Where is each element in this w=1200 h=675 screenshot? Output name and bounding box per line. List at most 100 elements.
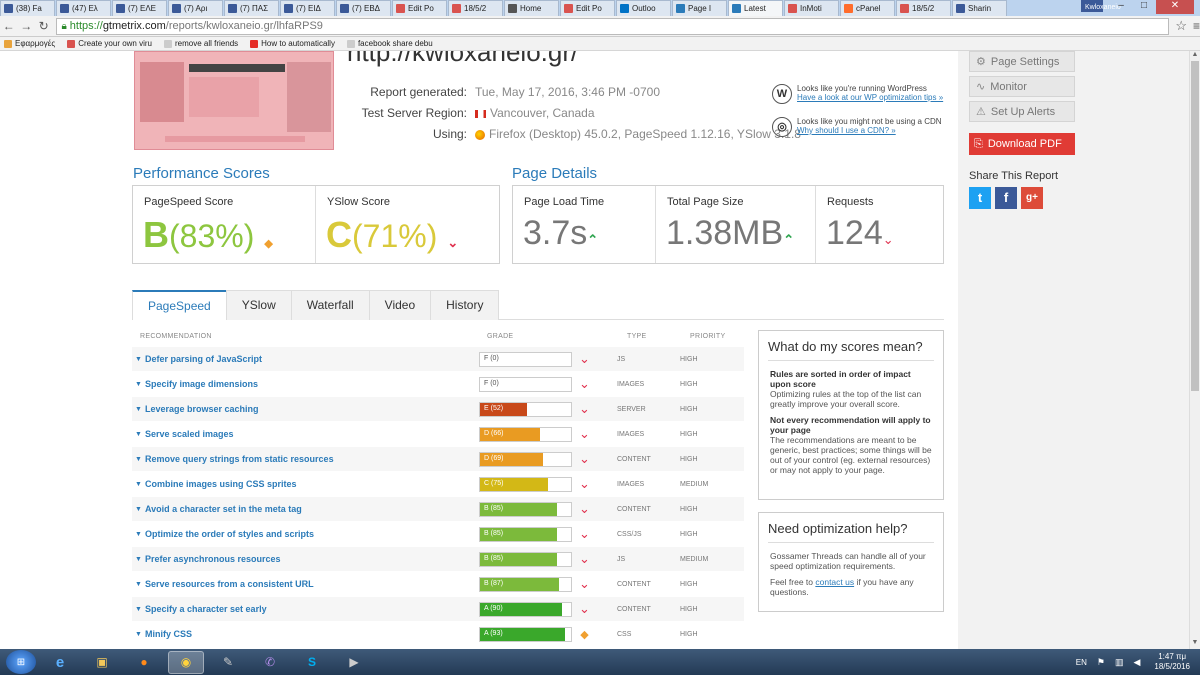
- url-bar[interactable]: 🔒︎ https://gtmetrix.com/reports/kwloxane…: [56, 17, 1170, 35]
- browser-tab[interactable]: Edit Po: [560, 0, 615, 16]
- skype-icon[interactable]: S: [294, 651, 330, 674]
- expand-caret-icon[interactable]: ▼: [132, 531, 145, 538]
- browser-tab[interactable]: Page I: [672, 0, 727, 16]
- volume-icon[interactable]: ◀: [1133, 657, 1140, 668]
- expand-caret-icon[interactable]: ▼: [132, 606, 145, 613]
- recommendation-name[interactable]: Prefer asynchronous resources: [145, 554, 479, 564]
- scroll-thumb[interactable]: [1191, 61, 1199, 391]
- table-row[interactable]: ▼ Minify CSS A (93) ◆ CSS HIGH: [132, 622, 744, 646]
- bookmark-item[interactable]: facebook share debu: [346, 39, 433, 48]
- browser-tab[interactable]: (7) Αρι: [168, 0, 223, 16]
- bookmark-item[interactable]: remove all friends: [164, 39, 238, 48]
- bookmark-item[interactable]: How to automatically: [250, 39, 335, 48]
- scroll-up-icon[interactable]: ▲: [1190, 51, 1200, 61]
- tab-yslow[interactable]: YSlow: [225, 290, 292, 320]
- browser-tab[interactable]: Outloo: [616, 0, 671, 16]
- expand-caret-icon[interactable]: ▼: [132, 406, 145, 413]
- tab-history[interactable]: History: [430, 290, 500, 320]
- minimize-button[interactable]: –: [1110, 0, 1132, 14]
- close-button[interactable]: ✕: [1156, 0, 1194, 14]
- browser-tab[interactable]: Latest: [728, 0, 783, 16]
- expand-caret-icon[interactable]: ▼: [132, 481, 145, 488]
- monitor-button[interactable]: ∿ Monitor: [969, 76, 1075, 97]
- recommendation-name[interactable]: Combine images using CSS sprites: [145, 479, 479, 489]
- browser-tab[interactable]: (7) ΕΒΔ: [336, 0, 391, 16]
- recommendation-name[interactable]: Serve scaled images: [145, 429, 479, 439]
- table-row[interactable]: ▼ Remove query strings from static resour…: [132, 447, 744, 471]
- table-row[interactable]: ▼ Serve resources from a consistent URL B …: [132, 572, 744, 596]
- recommendation-name[interactable]: Remove query strings from static resourc…: [145, 454, 479, 464]
- browser-tab[interactable]: 18/5/2: [448, 0, 503, 16]
- browser-tab[interactable]: (38) Fa: [0, 0, 55, 16]
- browser-tab[interactable]: (7) ΠΑΣ: [224, 0, 279, 16]
- expand-caret-icon[interactable]: ▼: [132, 556, 145, 563]
- expand-caret-icon[interactable]: ▼: [132, 581, 145, 588]
- contact-us-link[interactable]: contact us: [815, 577, 854, 587]
- viber-icon[interactable]: ✆: [252, 651, 288, 674]
- wp-tip-link[interactable]: Have a look at our WP optimization tips …: [797, 93, 943, 102]
- expand-caret-icon[interactable]: ▼: [132, 431, 145, 438]
- recommendation-name[interactable]: Specify image dimensions: [145, 379, 479, 389]
- table-row[interactable]: ▼ Combine images using CSS sprites C (75) ⌄…: [132, 472, 744, 496]
- explorer-icon[interactable]: ▣: [84, 651, 120, 674]
- table-row[interactable]: ▼ Specify image dimensions F (0) ⌄ IMAGES HIG…: [132, 372, 744, 396]
- back-icon[interactable]: ←: [0, 19, 17, 33]
- menu-icon[interactable]: ≡: [1193, 19, 1200, 33]
- player-icon[interactable]: ▶: [336, 651, 372, 674]
- browser-tab[interactable]: Edit Po: [392, 0, 447, 16]
- browser-tab[interactable]: InMoti: [784, 0, 839, 16]
- recommendation-name[interactable]: Defer parsing of JavaScript: [145, 354, 479, 364]
- facebook-share-icon[interactable]: f: [995, 187, 1017, 209]
- page-scrollbar[interactable]: ▲ ▼: [1189, 51, 1200, 649]
- browser-tab[interactable]: (7) ΕΛΕ: [112, 0, 167, 16]
- expand-caret-icon[interactable]: ▼: [132, 456, 145, 463]
- alerts-button[interactable]: ⚠ Set Up Alerts: [969, 101, 1075, 122]
- browser-tab[interactable]: (7) ΕΙΔ: [280, 0, 335, 16]
- table-row[interactable]: ▼ Defer parsing of JavaScript F (0) ⌄ JS HIGH: [132, 347, 744, 371]
- forward-icon[interactable]: →: [17, 19, 34, 33]
- recommendation-name[interactable]: Minify CSS: [145, 629, 479, 639]
- page-settings-button[interactable]: ⚙ Page Settings: [969, 51, 1075, 72]
- start-button[interactable]: ⊞: [6, 650, 36, 674]
- browser-tab[interactable]: cPanel: [840, 0, 895, 16]
- flag-tray-icon[interactable]: ⚑: [1097, 657, 1105, 668]
- recommendation-name[interactable]: Specify a character set early: [145, 604, 479, 614]
- network-icon[interactable]: ▥: [1115, 657, 1124, 668]
- twitter-share-icon[interactable]: t: [969, 187, 991, 209]
- table-row[interactable]: ▼ Leverage browser caching E (52) ⌄ SERVER HI…: [132, 397, 744, 421]
- maximize-button[interactable]: □: [1133, 0, 1155, 14]
- language-indicator[interactable]: EN: [1076, 658, 1087, 667]
- chrome-taskbar-icon[interactable]: ◉: [168, 650, 204, 674]
- browser-tab[interactable]: Home: [504, 0, 559, 16]
- table-row[interactable]: ▼ Serve scaled images D (66) ⌄ IMAGES HIGH: [132, 422, 744, 446]
- table-row[interactable]: ▼ Avoid a character set in the meta tag B …: [132, 497, 744, 521]
- download-pdf-button[interactable]: ⎘ Download PDF: [969, 133, 1075, 155]
- expand-caret-icon[interactable]: ▼: [132, 631, 145, 638]
- expand-caret-icon[interactable]: ▼: [132, 381, 145, 388]
- app-taskbar-icon[interactable]: ✎: [210, 651, 246, 674]
- table-row[interactable]: ▼ Optimize the order of styles and script…: [132, 522, 744, 546]
- recommendation-name[interactable]: Optimize the order of styles and scripts: [145, 529, 479, 539]
- star-icon[interactable]: ☆: [1175, 18, 1187, 34]
- tab-video[interactable]: Video: [368, 290, 432, 320]
- recommendation-name[interactable]: Leverage browser caching: [145, 404, 479, 414]
- expand-caret-icon[interactable]: ▼: [132, 506, 145, 513]
- tab-waterfall[interactable]: Waterfall: [290, 290, 370, 320]
- table-row[interactable]: ▼ Specify a character set early A (90) ⌄ CON…: [132, 597, 744, 621]
- browser-tab[interactable]: (47) Ελ: [56, 0, 111, 16]
- clock[interactable]: 1:47 πμ 18/5/2016: [1154, 652, 1190, 672]
- expand-caret-icon[interactable]: ▼: [132, 356, 145, 363]
- recommendation-name[interactable]: Serve resources from a consistent URL: [145, 579, 479, 589]
- tab-pagespeed[interactable]: PageSpeed: [132, 290, 227, 320]
- browser-tab[interactable]: Sharin: [952, 0, 1007, 16]
- cdn-tip-link[interactable]: Why should I use a CDN? »: [797, 126, 896, 135]
- profile-button[interactable]: Kwloxaneio: [1081, 0, 1121, 12]
- browser-tab[interactable]: 18/5/2: [896, 0, 951, 16]
- googleplus-share-icon[interactable]: g+: [1021, 187, 1043, 209]
- recommendation-name[interactable]: Avoid a character set in the meta tag: [145, 504, 479, 514]
- table-row[interactable]: ▼ Prefer asynchronous resources B (85) ⌄ JS M…: [132, 547, 744, 571]
- firefox-taskbar-icon[interactable]: ●: [126, 651, 162, 674]
- reload-icon[interactable]: ↻: [35, 19, 52, 33]
- ie-icon[interactable]: e: [42, 651, 78, 674]
- scroll-down-icon[interactable]: ▼: [1190, 639, 1200, 649]
